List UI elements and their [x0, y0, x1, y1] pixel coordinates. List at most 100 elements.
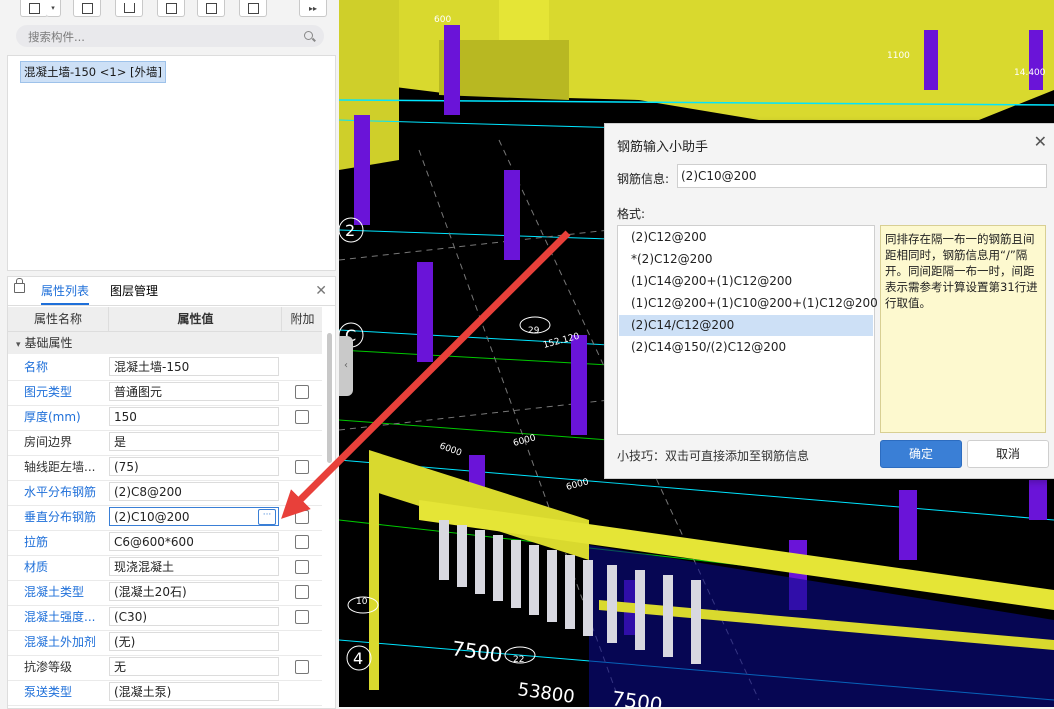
property-scrollbar[interactable] [327, 333, 332, 463]
format-item[interactable]: (2)C14/C12@200 [619, 315, 873, 336]
property-row[interactable]: 混凝土外加剂 (无) [8, 630, 322, 656]
tag-600: 600 [434, 15, 451, 25]
extra-checkbox[interactable] [295, 535, 309, 549]
property-name: 图元类型 [24, 385, 73, 399]
property-value[interactable]: (75) [109, 457, 279, 476]
new-component-dropdown[interactable]: ▾ [46, 0, 61, 17]
format-item[interactable]: (2)C12@200 [619, 227, 873, 248]
property-value-text: (2)C10@200 [114, 510, 190, 524]
hint-text: 小技巧：双击可直接添加至钢筋信息 [617, 449, 810, 463]
property-value-text: (混凝土泵) [114, 685, 172, 699]
format-item[interactable]: (1)C12@200+(1)C10@200+(1)C12@200 [619, 293, 878, 314]
property-name: 垂直分布钢筋 [24, 510, 97, 524]
axis-label-4: 4 [353, 649, 363, 668]
property-row[interactable]: 房间边界 是 [8, 430, 322, 456]
property-value[interactable]: 混凝土墙-150 [109, 357, 279, 376]
export-button[interactable] [239, 0, 267, 17]
property-value[interactable]: C6@600*600 [109, 532, 279, 551]
group-basic-properties[interactable]: ▾ 基础属性 [8, 332, 322, 354]
property-value[interactable]: 普通图元 [109, 382, 279, 401]
property-value-text: 无 [114, 660, 127, 674]
dialog-title: 钢筋输入小助手 [617, 140, 709, 155]
extra-checkbox[interactable] [295, 410, 309, 424]
property-value[interactable]: (混凝土20石) [109, 582, 279, 601]
rebar-info-input[interactable] [677, 164, 1047, 188]
property-row[interactable]: 材质 现浇混凝土 [8, 555, 322, 581]
property-panel: 属性列表 图层管理 ✕ 属性名称 属性值 附加 ▾ 基础属性 名称 混凝土墙-150… [7, 276, 336, 709]
property-value-text: C6@600*600 [114, 535, 194, 549]
extra-checkbox[interactable] [295, 560, 309, 574]
property-row[interactable]: 混凝土类型 (混凝土20石) [8, 580, 322, 606]
property-row[interactable]: 混凝土强度... (C30) [8, 605, 322, 631]
property-row[interactable]: 水平分布钢筋 (2)C8@200 [8, 480, 322, 506]
import-icon [205, 2, 217, 14]
property-name: 水平分布钢筋 [24, 485, 97, 499]
property-value-text: (无) [114, 635, 136, 649]
format-item[interactable]: (1)C14@200+(1)C12@200 [619, 271, 873, 292]
layer-copy-button[interactable] [157, 0, 185, 17]
property-value-text: 是 [114, 435, 127, 449]
collapse-arrow-icon: ‹ [344, 360, 348, 371]
property-row[interactable]: 垂直分布钢筋 (2)C10@200 ··· [8, 505, 322, 531]
lock-icon[interactable] [14, 278, 25, 293]
property-name: 厚度(mm) [24, 410, 81, 424]
property-value[interactable]: 150 [109, 407, 279, 426]
property-name: 混凝土强度... [24, 610, 96, 624]
search-input[interactable] [26, 25, 300, 49]
delete-button[interactable] [115, 0, 143, 17]
property-value-text: (C30) [114, 610, 148, 624]
property-value[interactable]: (C30) [109, 607, 279, 626]
extra-checkbox[interactable] [295, 385, 309, 399]
tab-property-list[interactable]: 属性列表 [41, 277, 90, 305]
collapse-panel-button[interactable]: ‹ [339, 336, 353, 396]
property-name: 泵送类型 [24, 685, 73, 699]
property-row[interactable]: 拉筋 C6@600*600 [8, 530, 322, 556]
add-icon [28, 2, 40, 14]
property-value[interactable]: 是 [109, 432, 279, 451]
new-component-button[interactable] [20, 0, 48, 17]
property-row[interactable]: 厚度(mm) 150 [8, 405, 322, 431]
property-row[interactable]: 图元类型 普通图元 [8, 380, 322, 406]
property-name: 材质 [24, 560, 49, 574]
layer-icon [165, 2, 177, 14]
property-tabs: 属性列表 图层管理 ✕ [8, 277, 335, 306]
property-value-text: 普通图元 [114, 385, 163, 399]
property-row[interactable]: 名称 混凝土墙-150 [8, 355, 322, 381]
close-icon[interactable]: ✕ [315, 283, 327, 299]
delete-icon [123, 3, 135, 13]
collapse-caret-icon: ▾ [16, 340, 21, 350]
format-item[interactable]: *(2)C12@200 [619, 249, 873, 270]
property-value-text: 混凝土墙-150 [114, 360, 190, 374]
import-button[interactable] [197, 0, 225, 17]
extra-checkbox[interactable] [295, 460, 309, 474]
property-value[interactable]: 现浇混凝土 [109, 557, 279, 576]
component-item[interactable]: 混凝土墙-150 <1> [外墙] [20, 61, 166, 83]
tag-1100: 1100 [887, 51, 910, 61]
property-row[interactable]: 轴线距左墙... (75) [8, 455, 322, 481]
format-tip: 同排存在隔一布一的钢筋且间距相同时，钢筋信息用“/”隔开。同间距隔一布一时，间距… [880, 225, 1046, 433]
property-value[interactable]: 无 [109, 657, 279, 676]
extra-checkbox[interactable] [295, 510, 309, 524]
property-value[interactable]: (2)C8@200 [109, 482, 279, 501]
property-row[interactable]: 泵送类型 (混凝土泵) [8, 680, 322, 706]
extra-checkbox[interactable] [295, 610, 309, 624]
cancel-button[interactable]: 取消 [967, 440, 1049, 468]
close-icon[interactable]: ✕ [1034, 132, 1047, 151]
property-value[interactable]: (2)C10@200 ··· [109, 507, 279, 526]
property-value[interactable]: (无) [109, 632, 279, 651]
property-value-text: (75) [114, 460, 139, 474]
ellipsis-icon[interactable]: ··· [258, 509, 276, 525]
more-icon: ▸▸ [308, 3, 318, 13]
export-icon [247, 2, 259, 14]
property-name: 混凝土外加剂 [24, 635, 97, 649]
property-row[interactable]: 抗渗等级 无 [8, 655, 322, 681]
format-item[interactable]: (2)C14@150/(2)C12@200 [619, 337, 873, 358]
extra-checkbox[interactable] [295, 660, 309, 674]
ok-button[interactable]: 确定 [880, 440, 962, 468]
property-value[interactable]: (混凝土泵) [109, 682, 279, 701]
copy-button[interactable] [73, 0, 101, 17]
extra-checkbox[interactable] [295, 585, 309, 599]
search-icon[interactable] [304, 31, 313, 40]
toolbar-more-button[interactable]: ▸▸ [299, 0, 327, 17]
tab-layer-manager[interactable]: 图层管理 [110, 277, 158, 305]
